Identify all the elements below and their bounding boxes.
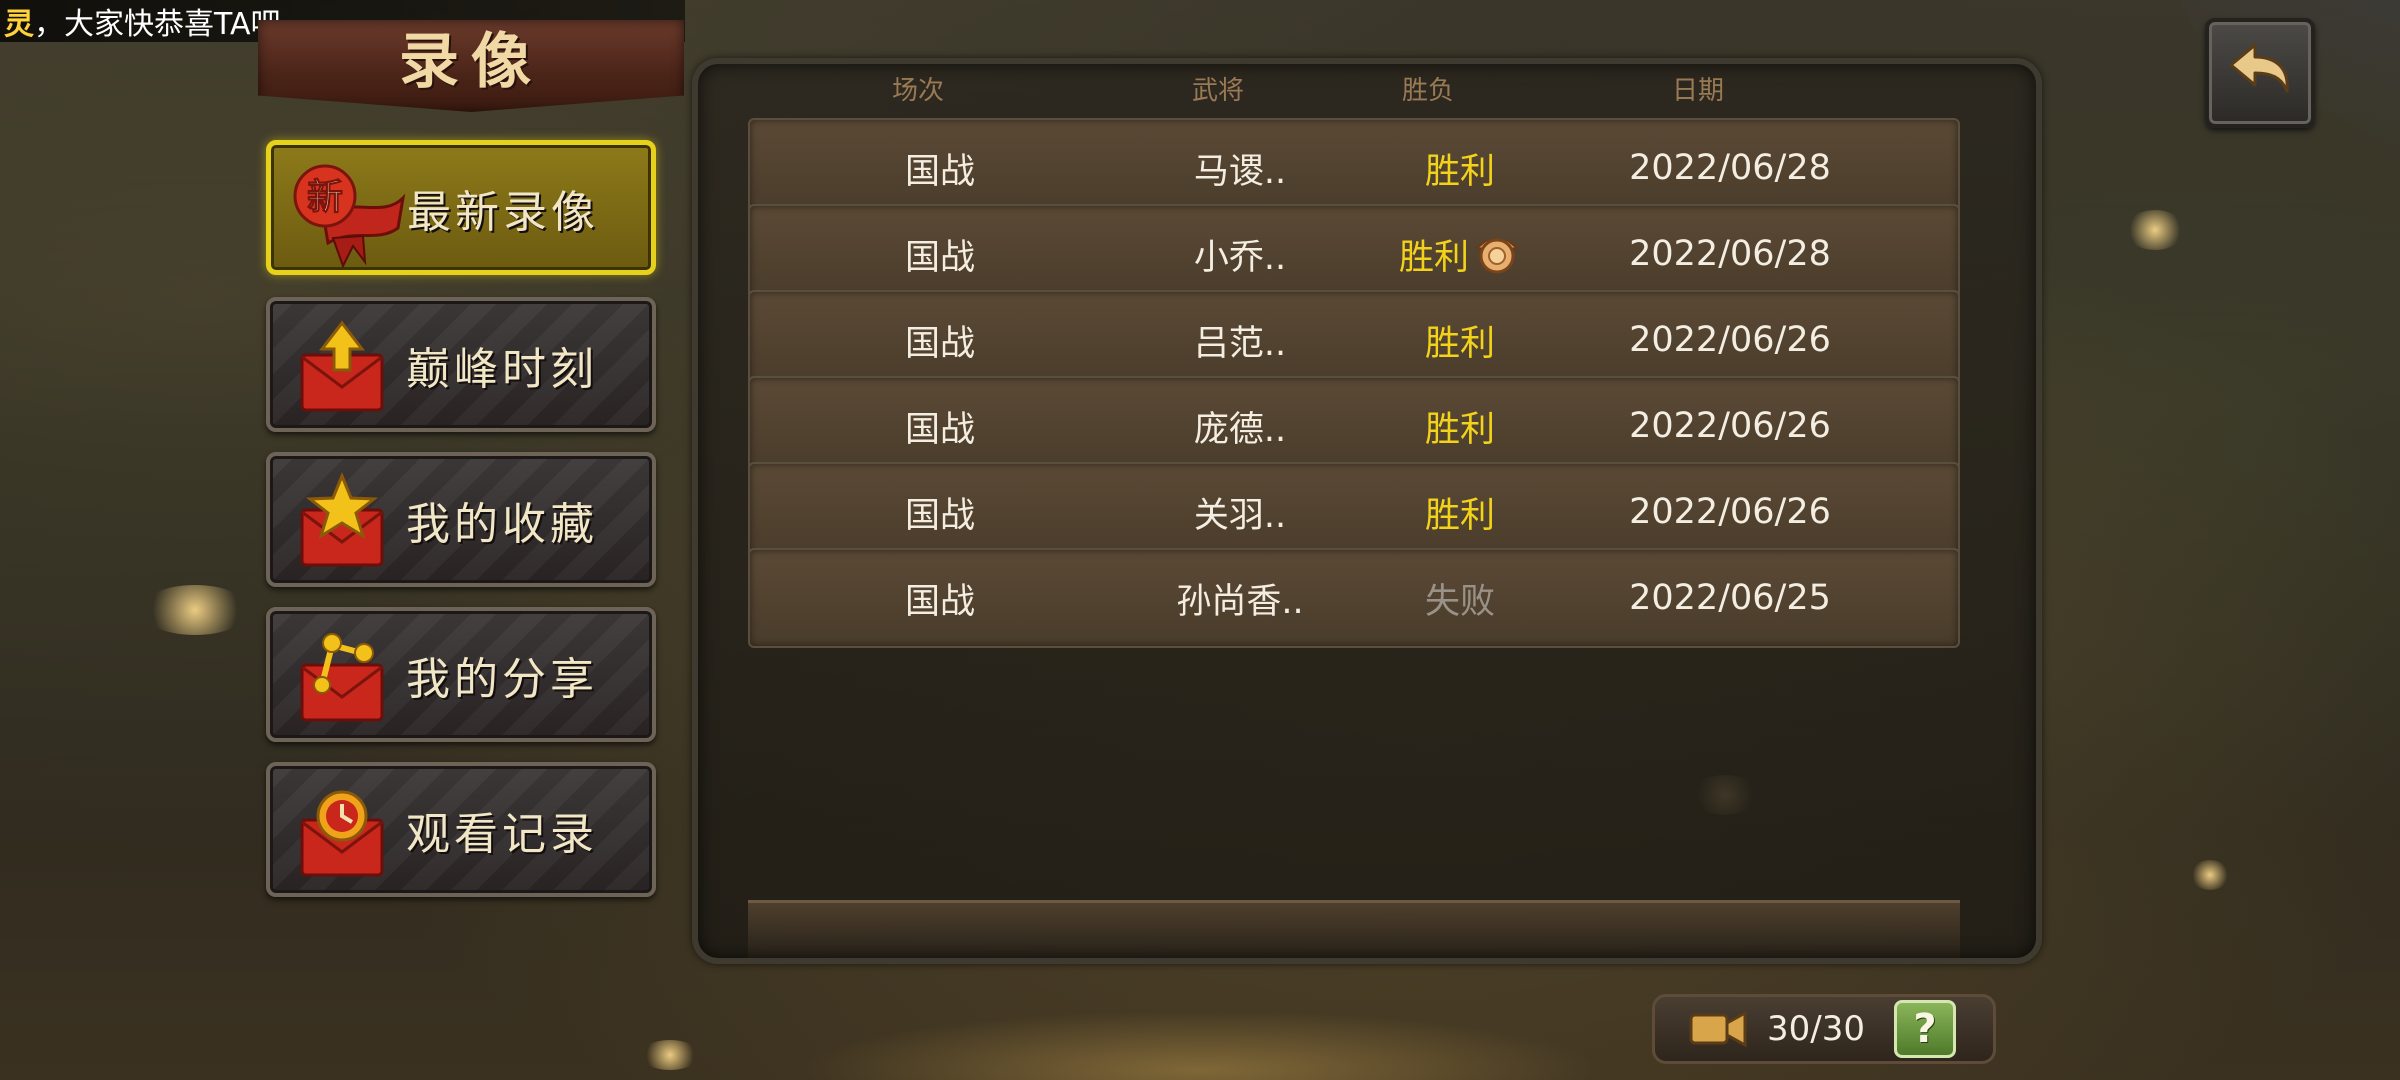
row-date: 2022/06/28	[1629, 148, 1831, 188]
title-banner: 录像	[258, 20, 684, 112]
menu-my-shares[interactable]: 我的分享	[266, 607, 656, 742]
row-result: 胜利	[1370, 292, 1550, 388]
row-result: 胜利	[1370, 206, 1550, 302]
list-item[interactable]: 国战 孙尚香.. 失败 2022/06/25	[748, 548, 1960, 648]
menu-label: 观看记录	[406, 808, 598, 860]
list-item-partial	[748, 900, 1960, 958]
sparkle-effect	[640, 1040, 700, 1070]
video-camera-icon	[1689, 1010, 1747, 1048]
row-mode: 国战	[904, 151, 975, 192]
row-result-text: 胜利	[1424, 409, 1495, 450]
menu-label: 我的收藏	[406, 498, 598, 550]
medal-icon-wrapper	[1469, 230, 1521, 278]
row-mode: 国战	[904, 495, 975, 536]
column-header-date: 日期	[1671, 76, 1724, 106]
menu-label: 巅峰时刻	[406, 343, 598, 395]
list-item[interactable]: 国战 吕范.. 胜利 2022/06/26	[748, 290, 1960, 390]
row-mode: 国战	[904, 323, 975, 364]
menu-latest-recordings[interactable]: 新 最新录像	[266, 140, 656, 275]
marquee-message: ，大家快恭喜TA吧	[34, 7, 281, 42]
row-date: 2022/06/25	[1629, 578, 1831, 618]
row-date: 2022/06/26	[1629, 492, 1831, 532]
list-item[interactable]: 国战 马谡.. 胜利 2022/06/28	[748, 118, 1960, 218]
row-general: 吕范..	[1193, 323, 1287, 364]
menu-my-favorites[interactable]: 我的收藏	[266, 452, 656, 587]
sparkle-effect	[140, 585, 250, 635]
envelope-arrow-up-icon	[292, 315, 392, 415]
row-general: 小乔..	[1193, 237, 1287, 278]
row-result-text: 胜利	[1424, 495, 1495, 536]
sparkle-effect	[2190, 860, 2230, 890]
list-item[interactable]: 国战 小乔.. 胜利 2022/06/28	[748, 204, 1960, 304]
column-header-mode: 场次	[891, 76, 944, 106]
menu-peak-moments[interactable]: 巅峰时刻	[266, 297, 656, 432]
envelope-clock-icon	[292, 780, 392, 880]
list-item[interactable]: 国战 关羽.. 胜利 2022/06/26	[748, 462, 1960, 562]
row-result: 失败	[1370, 550, 1550, 646]
help-icon: ?	[1913, 1006, 1937, 1052]
row-result: 胜利	[1370, 120, 1550, 216]
new-ribbon-icon: 新	[293, 158, 406, 269]
row-date: 2022/06/28	[1629, 234, 1831, 274]
marquee-highlight: 灵	[4, 7, 34, 42]
menu-label: 最新录像	[407, 186, 599, 238]
row-mode: 国战	[904, 409, 975, 450]
row-result-text: 失败	[1424, 581, 1495, 622]
new-badge-text: 新	[307, 176, 343, 218]
back-arrow-icon	[2229, 43, 2289, 93]
game-screen: 灵 ，大家快恭喜TA吧 录像 新 最新录像 巅峰时刻 我的收藏 我的分享 观看记…	[0, 0, 2400, 1080]
row-general: 马谡..	[1193, 151, 1287, 192]
menu-label: 我的分享	[406, 653, 598, 705]
help-button[interactable]: ?	[1894, 1000, 1956, 1058]
row-result: 胜利	[1370, 464, 1550, 560]
recordings-list-panel: 场次 武将 胜负 日期 国战 马谡.. 胜利 2022/06/28 国战 小乔.. 胜利 20…	[692, 58, 2042, 964]
row-date: 2022/06/26	[1629, 406, 1831, 446]
back-button[interactable]	[2205, 18, 2315, 128]
victory-medal-icon	[1474, 238, 1520, 274]
list-item[interactable]: 国战 庞德.. 胜利 2022/06/26	[748, 376, 1960, 476]
row-result-text: 胜利	[1424, 323, 1495, 364]
column-header-general: 武将	[1191, 76, 1244, 106]
row-mode: 国战	[904, 237, 975, 278]
row-mode: 国战	[904, 581, 975, 622]
envelope-star-icon	[292, 470, 392, 570]
envelope-share-icon	[292, 625, 392, 725]
row-general: 庞德..	[1193, 409, 1287, 450]
row-general: 关羽..	[1193, 495, 1287, 536]
row-date: 2022/06/26	[1629, 320, 1831, 360]
recording-count: 30/30	[1767, 1009, 1865, 1049]
sparkle-effect	[2125, 210, 2185, 250]
row-general: 孙尚香..	[1176, 581, 1304, 622]
row-result-text: 胜利	[1398, 237, 1469, 278]
row-result-text: 胜利	[1424, 151, 1495, 192]
page-title: 录像	[399, 26, 543, 97]
floor-glow	[800, 1010, 1600, 1080]
menu-watch-history[interactable]: 观看记录	[266, 762, 656, 897]
row-result: 胜利	[1370, 378, 1550, 474]
column-header-result: 胜负	[1401, 76, 1454, 106]
